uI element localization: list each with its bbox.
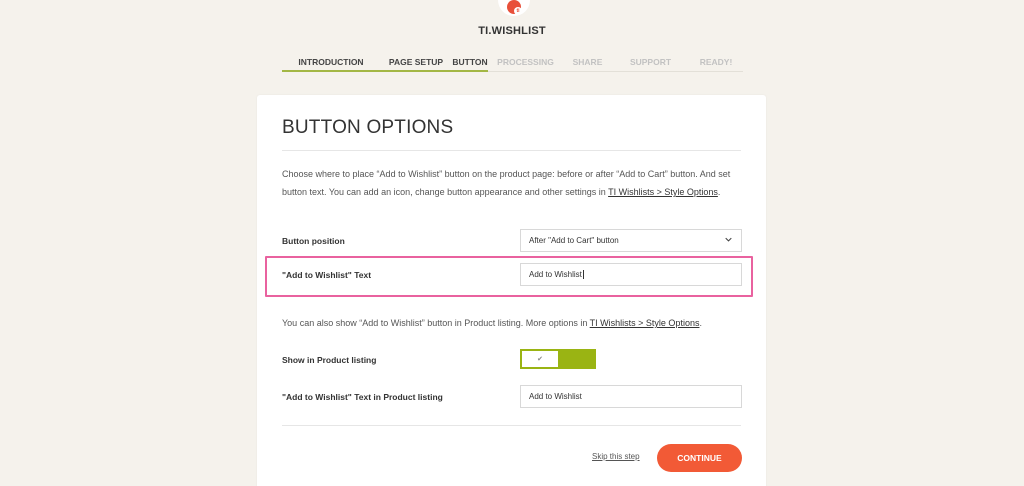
skip-step-link[interactable]: Skip this step (592, 452, 640, 461)
button-position-value: After "Add to Cart" button (529, 236, 619, 245)
logo-badge: ti (498, 0, 530, 16)
checkmark-icon: ✔ (522, 351, 558, 367)
progress-bar (282, 70, 488, 72)
title-divider (282, 150, 741, 151)
style-options-link-2[interactable]: TI Wishlists > Style Options (590, 318, 700, 328)
show-listing-label: Show in Product listing (282, 355, 377, 365)
button-position-select[interactable]: After "Add to Cart" button (520, 229, 742, 252)
listing-note-end: . (699, 318, 702, 328)
step-ready: READY! (699, 57, 733, 67)
chevron-down-icon (725, 237, 732, 242)
listing-text-input[interactable]: Add to Wishlist (520, 385, 742, 408)
brand-name: TI.WISHLIST (478, 25, 546, 37)
step-button[interactable]: BUTTON (452, 53, 488, 71)
step-share: SHARE (572, 57, 603, 67)
description-end: . (717, 187, 721, 197)
listing-note-text: You can also show “Add to Wishlist” butt… (282, 318, 590, 328)
listing-text-label: "Add to Wishlist" Text in Product listin… (282, 392, 443, 402)
listing-text-value: Add to Wishlist (529, 392, 582, 401)
button-position-label: Button position (282, 236, 345, 246)
step-support: SUPPORT (629, 57, 672, 67)
step-introduction[interactable]: INTRODUCTION (282, 53, 380, 71)
logo: ti (497, 0, 531, 16)
continue-button[interactable]: CONTINUE (657, 444, 742, 472)
description: Choose where to place “Add to Wishlist” … (282, 165, 744, 201)
show-listing-toggle[interactable]: ✔ (520, 349, 596, 369)
highlight-box (265, 256, 753, 297)
listing-note: You can also show “Add to Wishlist” butt… (282, 318, 752, 328)
footer-divider (282, 425, 741, 426)
heart-icon: ti (507, 0, 522, 15)
page-title: BUTTON OPTIONS (282, 117, 454, 138)
step-processing: PROCESSING (497, 57, 554, 67)
style-options-link[interactable]: TI Wishlists > Style Options (608, 187, 718, 197)
step-page-setup[interactable]: PAGE SETUP (380, 53, 452, 71)
